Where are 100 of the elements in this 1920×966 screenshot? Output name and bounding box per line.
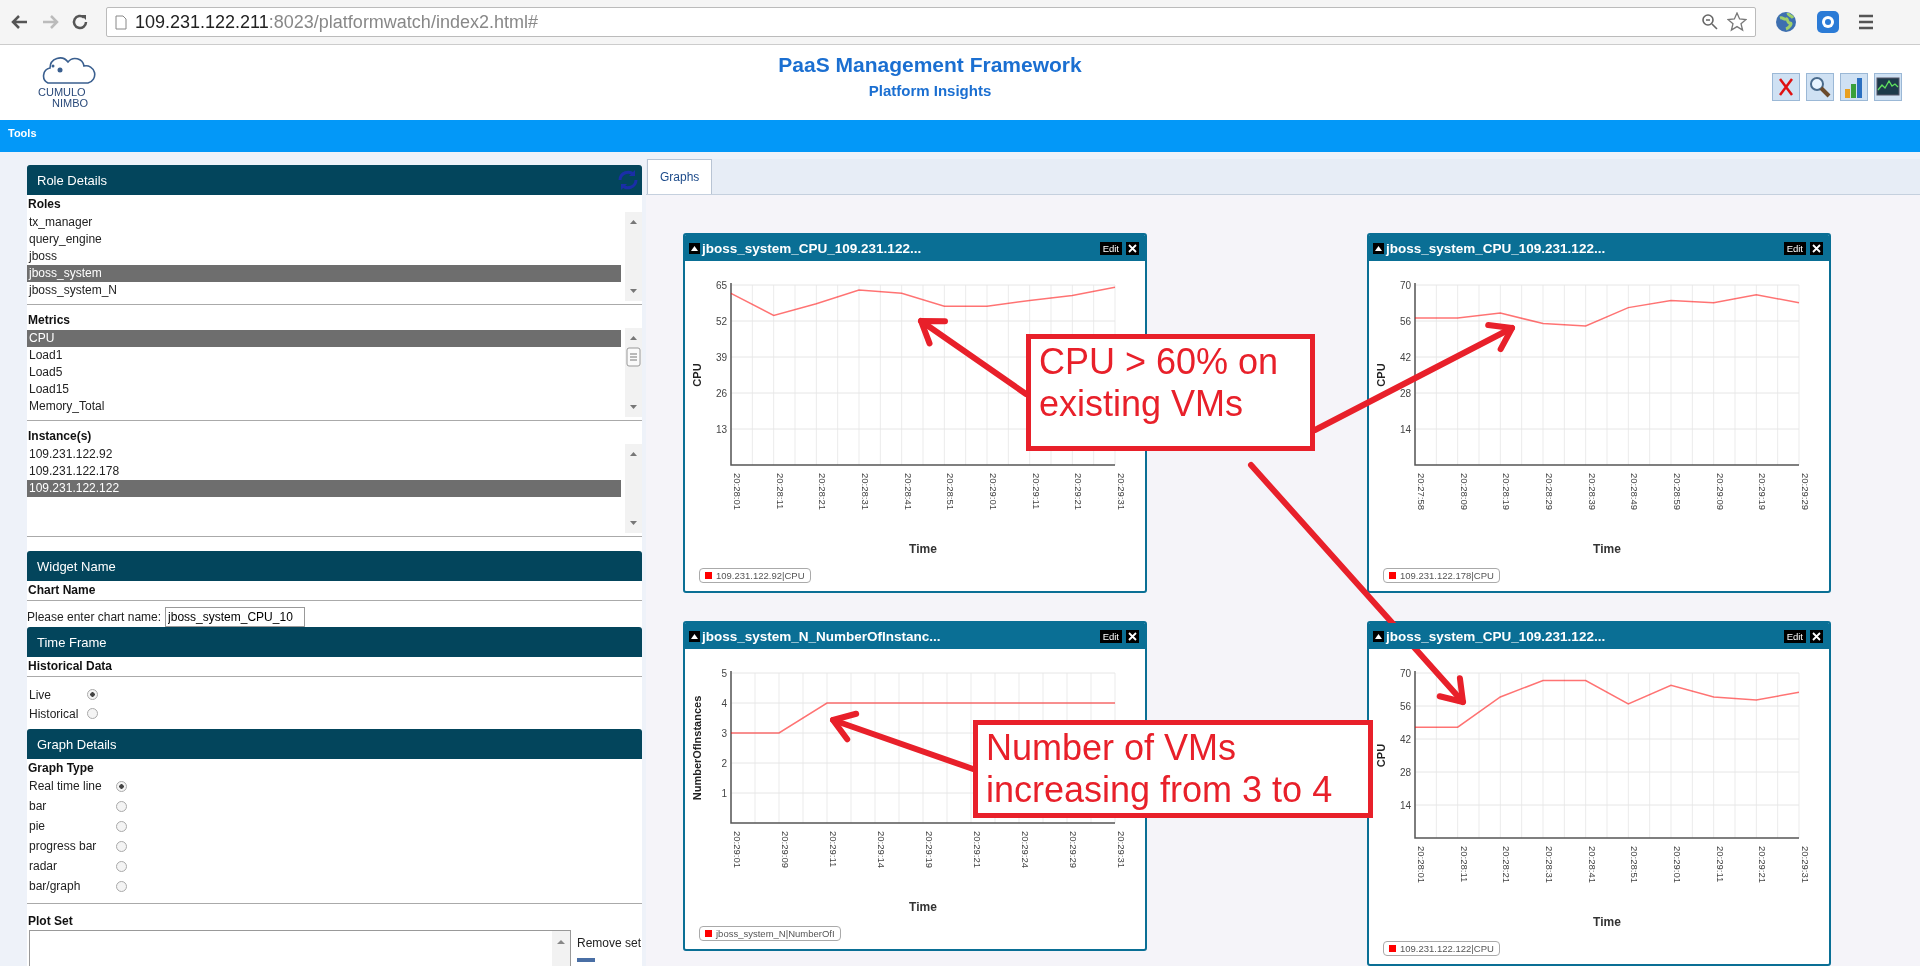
list-item[interactable]: Load1: [27, 347, 621, 364]
axis-tick-label: 20:28:11: [1458, 846, 1470, 883]
axis-tick-label: 20:29:21: [972, 831, 983, 868]
axis-title: Time: [1593, 915, 1621, 929]
axis-tick-label: 20:28:49: [1629, 473, 1641, 510]
radio-label: progress bar: [29, 839, 98, 853]
list-item[interactable]: Load15: [27, 381, 621, 398]
axis-tick-label: 20:29:19: [1757, 473, 1769, 510]
axis-tick-label: 20:28:59: [1672, 473, 1683, 510]
axis-tick-label: 20:29:01: [988, 473, 999, 510]
list-item[interactable]: jboss: [27, 248, 621, 265]
scrollbar[interactable]: [625, 444, 642, 533]
axis-tick-label: 20:28:11: [774, 473, 786, 510]
star-icon[interactable]: [1727, 12, 1747, 32]
radio-label: bar/graph: [29, 879, 82, 893]
scrollbar[interactable]: [625, 212, 642, 301]
edit-button[interactable]: Edit: [1783, 629, 1806, 643]
axis-tick-label: 20:29:21: [1073, 473, 1085, 510]
radio-button[interactable]: [116, 800, 127, 812]
zoom-icon[interactable]: [1701, 13, 1719, 31]
collapse-icon[interactable]: [1373, 630, 1384, 642]
search-icon[interactable]: [1806, 72, 1834, 101]
axis-tick-label: 70: [1399, 668, 1411, 679]
reload-icon[interactable]: [70, 12, 90, 32]
axis-tick-label: 20:28:51: [1629, 846, 1641, 883]
radio-button[interactable]: [116, 840, 127, 852]
radio-button[interactable]: [116, 780, 127, 792]
scrollbar[interactable]: [625, 328, 642, 417]
widget-title: jboss_system_CPU_109.231.122...: [702, 240, 922, 256]
edit-button[interactable]: Edit: [1099, 629, 1122, 643]
annotation-text: Number of VMs increasing from 3 to 4: [986, 727, 1334, 811]
axis-tick-label: 20:27:58: [1416, 473, 1427, 510]
chart-name-field[interactable]: jboss_system_CPU_10: [165, 607, 306, 627]
axis-title: CPU: [1375, 363, 1387, 387]
edit-button[interactable]: Edit: [1099, 241, 1122, 255]
tab[interactable]: Graphs: [647, 159, 713, 194]
radio-button[interactable]: [116, 860, 127, 872]
list-item[interactable]: 109.231.122.92: [27, 446, 621, 463]
annotation-text: CPU > 60% on existing VMs: [1039, 341, 1280, 425]
globe-icon[interactable]: [1774, 10, 1798, 34]
axis-tick-label: 39: [715, 352, 727, 363]
plot-set-list[interactable]: [29, 930, 571, 966]
axis-tick-label: 20:29:29: [1800, 473, 1811, 510]
axis-tick-label: 20:29:01: [1672, 846, 1683, 883]
menu-icon[interactable]: [1858, 13, 1874, 31]
axis-tick-label: 1: [721, 788, 727, 799]
list-item[interactable]: 109.231.122.122: [27, 480, 621, 497]
axis-title: Time: [909, 900, 937, 914]
radio-label: pie: [29, 819, 46, 833]
logo-text: NIMBO: [52, 98, 89, 109]
close-icon[interactable]: [1126, 241, 1139, 255]
logo-text: CUMULO: [38, 87, 86, 98]
radio-button[interactable]: [116, 820, 127, 832]
radio-label: bar: [29, 799, 48, 813]
axis-title: NumberOfInstances: [691, 695, 703, 801]
axis-title: Time: [909, 542, 937, 556]
close-icon[interactable]: [1810, 629, 1823, 643]
close-icon[interactable]: [1810, 241, 1823, 255]
axis-tick-label: 20:28:09: [1458, 473, 1470, 510]
field-label: Please enter chart name:: [27, 610, 162, 624]
list-item[interactable]: jboss_system_N: [27, 282, 621, 299]
radio-button[interactable]: [87, 708, 98, 719]
axis-title: Time: [1593, 542, 1621, 556]
list-item[interactable]: query_engine: [27, 231, 621, 248]
list-item[interactable]: jboss_system: [27, 265, 621, 282]
axis-tick-label: 52: [715, 316, 727, 327]
address-bar[interactable]: 109.231.122.211:8023/platformwatch/index2.html#: [106, 7, 1756, 37]
field-heading: Chart Name: [27, 582, 97, 597]
axis-tick-label: 20:29:21: [1757, 846, 1769, 883]
collapse-icon[interactable]: [689, 630, 700, 642]
legend-label: 109.231.122.178|CPU: [1400, 570, 1494, 581]
list-item[interactable]: Load5: [27, 364, 621, 381]
edit-button[interactable]: Edit: [1783, 241, 1806, 255]
axis-tick-label: 70: [1399, 280, 1411, 291]
axis-tick-label: 42: [1399, 352, 1411, 363]
axis-tick-label: 20:29:11: [828, 831, 839, 868]
collapse-icon[interactable]: [1373, 242, 1384, 254]
axis-tick-label: 14: [1399, 800, 1411, 811]
bar-chart-icon[interactable]: [1840, 72, 1868, 101]
axis-tick-label: 20:28:41: [902, 473, 914, 510]
list-item[interactable]: Memory_Total: [27, 398, 621, 415]
section-title: Graph Details: [37, 736, 117, 752]
radio-label: Real time line: [29, 779, 103, 793]
list-label: Roles: [27, 196, 62, 211]
axis-tick-label: 20:29:14: [876, 831, 887, 868]
list-item[interactable]: CPU: [27, 330, 621, 347]
list-item[interactable]: 109.231.122.178: [27, 463, 621, 480]
collapse-icon[interactable]: [689, 242, 700, 254]
axis-tick-label: 20:29:31: [1116, 473, 1127, 510]
close-icon[interactable]: [1126, 629, 1139, 643]
axis-tick-label: 20:28:19: [1501, 473, 1513, 510]
axis-tick-label: 28: [1399, 388, 1411, 399]
legend-label: 109.231.122.122|CPU: [1400, 943, 1494, 954]
list-item[interactable]: tx_manager: [27, 214, 621, 231]
extension-icon[interactable]: [1816, 10, 1840, 34]
radio-label: radar: [29, 859, 58, 873]
radio-button[interactable]: [87, 689, 98, 700]
axis-title: CPU: [691, 363, 703, 387]
monitor-chart-icon[interactable]: [1874, 72, 1902, 101]
radio-button[interactable]: [116, 880, 127, 892]
